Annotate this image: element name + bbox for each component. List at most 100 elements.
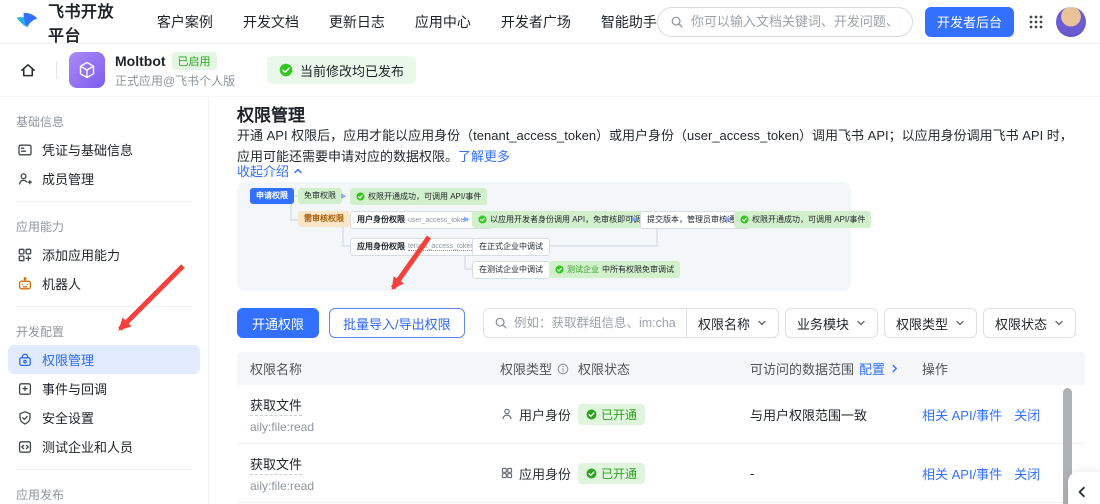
filter-business-module[interactable]: 业务模块 (784, 308, 878, 338)
permission-type-label: 用户身份 (519, 407, 572, 423)
flow-test-free-box: 测试企业 中所有权限免审调试 (549, 261, 680, 278)
learn-more-link[interactable]: 了解更多 (458, 149, 510, 164)
feishu-logo-icon (14, 9, 40, 35)
description-text: 开通 API 权限后，应用才能以应用身份（tenant_access_token… (237, 128, 1073, 164)
app-name: Moltbot (115, 52, 166, 69)
flow-need-review-box: 需审核权限 (298, 211, 350, 227)
permission-search-box[interactable] (484, 309, 686, 337)
sidebar-item-credentials[interactable]: 凭证与基础信息 (8, 135, 200, 164)
status-badge: 已开通 (578, 403, 646, 425)
flow-success-box-2: 权限开通成功，可调用 API/事件 (734, 211, 872, 228)
permission-bag-icon (17, 352, 33, 368)
flow-arrow-icon: ▶ (632, 216, 638, 223)
scope-config-link[interactable]: 配置 (859, 359, 885, 378)
close-permission-link[interactable]: 关闭 (1014, 405, 1040, 424)
sidebar-item-members[interactable]: 成员管理 (8, 164, 200, 193)
flow-user-perm-box: 用户身份权限 user_access_token 调用 (350, 211, 493, 229)
filter-permission-type[interactable]: 权限类型 (883, 308, 977, 338)
grid-add-icon (17, 247, 33, 263)
sidebar-item-bot[interactable]: 机器人 (8, 269, 200, 298)
code-box-icon (17, 439, 33, 455)
developer-console-button[interactable]: 开发者后台 (924, 6, 1014, 37)
chevron-down-icon (1055, 320, 1063, 326)
collapse-intro-link[interactable]: 收起介绍 (237, 161, 303, 180)
top-navbar: 飞书开放平台 客户案例 开发文档 更新日志 应用中心 开发者广场 智能助手 开发… (0, 0, 1100, 46)
filter-label: 业务模块 (796, 316, 849, 332)
filter-permission-name[interactable]: 权限名称 (687, 309, 778, 337)
home-button[interactable] (12, 54, 44, 86)
col-label: 权限类型 (500, 362, 553, 377)
user-avatar[interactable] (1056, 6, 1086, 37)
open-permission-button[interactable]: 开通权限 (237, 308, 320, 338)
sidebar-item-label: 事件与回调 (42, 382, 108, 397)
publish-status-pill: 当前修改均已发布 (267, 56, 417, 84)
check-circle-icon (478, 215, 487, 224)
home-icon (21, 64, 35, 77)
floating-collapse-button[interactable] (1068, 472, 1100, 504)
related-api-link[interactable]: 相关 API/事件 (922, 464, 1002, 483)
flow-apply-box: 申请权限 (250, 188, 294, 204)
feishu-open-platform-page: 飞书开放平台 客户案例 开发文档 更新日志 应用中心 开发者广场 智能助手 开发… (0, 0, 1100, 504)
permission-name[interactable]: 获取文件 (250, 395, 303, 416)
header-divider (56, 61, 57, 79)
permission-code: aily:file:read (250, 478, 315, 493)
table-row: 获取文件 aily:file:read 应用身份 已开通 - 相关 API/事件… (237, 444, 1085, 503)
nav-item-docs[interactable]: 开发文档 (243, 12, 299, 32)
check-circle-icon (586, 409, 597, 419)
sidebar-item-label: 成员管理 (42, 172, 95, 187)
permission-search-combo: 权限名称 (482, 308, 779, 338)
sidebar-divider (16, 201, 192, 202)
app-grid-icon[interactable] (1028, 14, 1044, 30)
flow-dev-debug-text: 以应用开发者身份调用 API，免审核即可调试 (490, 214, 650, 224)
nav-item-dev-square[interactable]: 开发者广场 (501, 12, 571, 32)
permission-search-input[interactable] (513, 316, 676, 330)
nav-item-cases[interactable]: 客户案例 (157, 12, 213, 32)
close-permission-link[interactable]: 关闭 (1014, 464, 1040, 483)
chevron-down-icon (758, 320, 766, 326)
filter-permission-status[interactable]: 权限状态 (982, 308, 1076, 338)
table-header: 权限名称 权限类型 权限状态 可访问的数据范围 配置 操作 (237, 352, 1085, 385)
chevron-right-icon (892, 364, 898, 373)
page-title: 权限管理 (237, 106, 305, 125)
global-search-input[interactable] (690, 14, 900, 29)
sidebar-item-label: 机器人 (42, 277, 82, 292)
main-content: 权限管理 开通 API 权限后，应用才能以应用身份（tenant_access_… (209, 97, 1100, 504)
flow-app-token: tenant_access_token (408, 243, 475, 251)
global-search-box[interactable] (656, 6, 913, 37)
sidebar-item-events[interactable]: 事件与回调 (8, 374, 200, 403)
flow-arrow-icon: ▶ (341, 193, 347, 200)
chevron-up-icon (294, 168, 302, 173)
flow-test-free-highlight: 测试企业 (567, 264, 599, 274)
search-icon (670, 15, 684, 29)
col-label: 可访问的数据范围 (750, 362, 855, 377)
import-export-button[interactable]: 批量导入/导出权限 (329, 308, 465, 338)
sidebar-item-label: 权限管理 (42, 353, 95, 368)
nav-item-app-center[interactable]: 应用中心 (415, 12, 471, 32)
cell-permission-status: 已开通 (578, 462, 750, 484)
nav-item-changelog[interactable]: 更新日志 (329, 12, 385, 32)
cell-actions: 相关 API/事件 关闭 (922, 405, 1085, 424)
related-api-link[interactable]: 相关 API/事件 (922, 405, 1002, 424)
permission-name[interactable]: 获取文件 (250, 454, 303, 475)
event-callback-icon (17, 381, 33, 397)
brand[interactable]: 飞书开放平台 (14, 0, 123, 46)
status-text: 已开通 (601, 466, 638, 481)
permissions-table: 权限名称 权限类型 权限状态 可访问的数据范围 配置 操作 获取文件 aily:… (237, 352, 1085, 503)
chevron-down-icon (956, 320, 964, 326)
flow-user-perm-text: 用户身份权限 (357, 215, 405, 224)
sidebar-item-permissions[interactable]: 权限管理 (8, 345, 200, 374)
sidebar-item-security[interactable]: 安全设置 (8, 403, 200, 432)
flow-formal-debug-box: 在正式企业中调试 (472, 238, 550, 256)
nav-item-assistant[interactable]: 智能助手 (601, 12, 657, 32)
filter-label: 权限名称 (697, 316, 750, 332)
sidebar-item-add-capability[interactable]: 添加应用能力 (8, 240, 200, 269)
flow-arrow-icon: ▶ (726, 216, 732, 223)
enabled-badge: 已启用 (171, 51, 217, 70)
info-icon[interactable] (557, 363, 569, 375)
sidebar-item-test-company[interactable]: 测试企业和人员 (8, 432, 200, 461)
collapse-intro-label: 收起介绍 (237, 164, 290, 179)
app-subtitle: 正式应用@飞书个人版 (115, 73, 236, 88)
sidebar-item-label: 安全设置 (42, 411, 95, 426)
sidebar-item-label: 测试企业和人员 (42, 440, 134, 455)
app-icon[interactable] (69, 52, 105, 88)
